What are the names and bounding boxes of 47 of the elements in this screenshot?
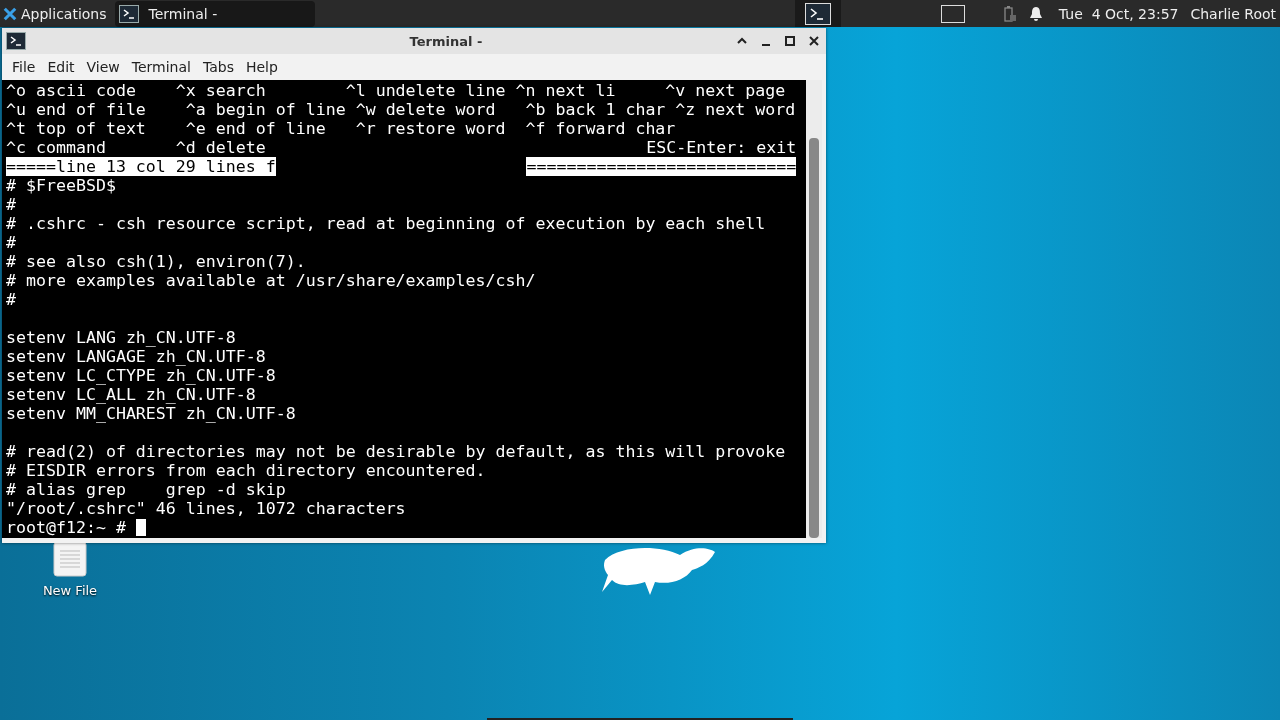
terminal-line: # alias grep grep -d skip [6, 480, 286, 499]
terminal-line: # [6, 233, 16, 252]
battery-icon[interactable] [1002, 4, 1017, 23]
menu-item[interactable]: View [80, 59, 126, 75]
menu-item[interactable]: Help [239, 59, 284, 75]
scrollbar[interactable] [806, 80, 822, 538]
restore-icon[interactable] [784, 35, 796, 47]
x-logo-icon [3, 6, 17, 21]
terminal-icon [6, 32, 26, 50]
terminal-line: ^o ascii code ^x search ^l undelete line ^n next li ^v next page [6, 81, 786, 100]
desktop-icon[interactable]: New File [34, 541, 106, 598]
terminal-line: # EISDIR errors from each directory encountered. [6, 461, 486, 480]
menu-item[interactable]: Edit [41, 59, 81, 75]
terminal-line: # see also csh(1), environ(7). [6, 252, 306, 271]
close-icon[interactable] [808, 35, 820, 47]
shell-prompt: root@f12:~ # [6, 518, 126, 537]
menu-item[interactable]: Tabs [196, 59, 240, 75]
clock[interactable]: Tue 4 Oct, 23:57 [1058, 5, 1179, 22]
terminal-line: # $FreeBSD$ [6, 176, 116, 195]
terminal-line: setenv LC_ALL zh_CN.UTF-8 [6, 385, 256, 404]
taskbar-button[interactable]: Terminal - [114, 0, 315, 27]
terminal-line: # [6, 195, 16, 214]
terminal-line: ^u end of file ^a begin of line ^w delete word ^b back 1 char ^z next word [6, 100, 796, 119]
terminal-line: "/root/.cshrc" 46 lines, 1072 characters [6, 499, 406, 518]
terminal-icon [118, 4, 139, 23]
terminal-line: # [6, 290, 16, 309]
terminal-line: ^t top of text ^e end of line ^r restore word ^f forward char [6, 119, 676, 138]
scrollbar-thumb[interactable] [809, 138, 819, 538]
icon-label: New File [42, 583, 98, 598]
terminal-line: ESC-Enter: exit [646, 138, 797, 157]
terminal-line: # .cshrc - csh resource script, read at beginning of execution by each shell [6, 214, 766, 233]
launcher-button[interactable] [794, 0, 841, 27]
user-name[interactable]: Charlie Root [1190, 5, 1276, 22]
terminal-line: # more examples available at /usr/share/examples/csh/ [6, 271, 536, 290]
terminal-line: setenv MM_CHAREST zh_CN.UTF-8 [6, 404, 296, 423]
workspace-switcher[interactable] [940, 4, 965, 23]
bell-icon[interactable] [1028, 5, 1043, 22]
applications-menu[interactable]: Applications [0, 5, 115, 22]
terminal-line: setenv LANGAGE zh_CN.UTF-8 [6, 347, 266, 366]
terminal-line: setenv LANG zh_CN.UTF-8 [6, 328, 236, 347]
text-cursor [135, 519, 146, 536]
terminal-line: # read(2) of directories may not be desirable by default, as this will provoke [6, 442, 786, 461]
menu-item[interactable]: File [6, 59, 42, 75]
window-title: Terminal - [408, 33, 484, 49]
menu-item[interactable]: Terminal [125, 59, 197, 75]
terminal-line: setenv LC_CTYPE zh_CN.UTF-8 [6, 366, 276, 385]
terminal-line: ^c command ^d delete [6, 138, 266, 157]
